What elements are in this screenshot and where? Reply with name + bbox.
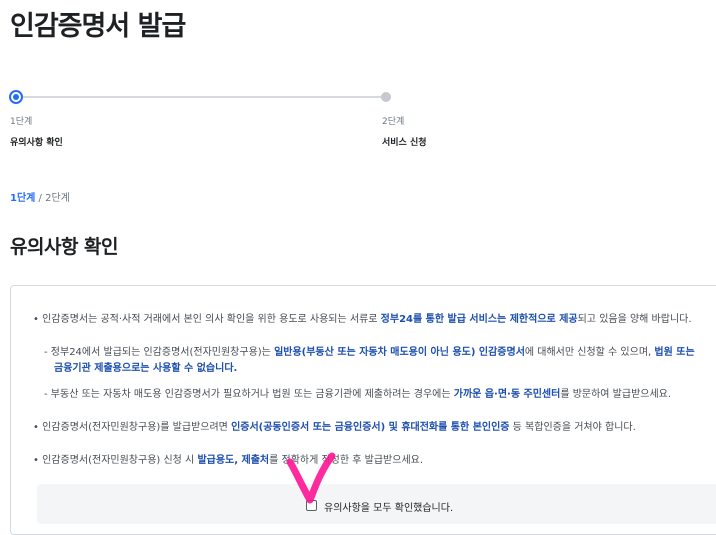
bullet-icon: •	[33, 314, 39, 325]
dash-icon: -	[44, 389, 48, 400]
notice-line-4: • 인감증명서(전자민원창구용)를 발급받으려면 인증서(공동인증서 또는 금융…	[33, 422, 636, 433]
notice-line-3: - 부동산 또는 자동차 매도용 인감증명서가 필요하거나 법원 또는 금융기관…	[44, 389, 672, 400]
notice-line-2: - 정부24에서 발급되는 인감증명서(전자민원창구용)는 일반용(부동산 또는…	[44, 347, 695, 358]
page-title: 인감증명서 발급	[10, 11, 186, 42]
bullet-icon: •	[33, 422, 39, 433]
step-breadcrumb: 1단계 / 2단계	[10, 189, 70, 204]
bullet-icon: •	[33, 455, 39, 466]
breadcrumb-current: 1단계	[10, 193, 36, 204]
confirm-checkbox-label[interactable]: 유의사항을 모두 확인했습니다.	[324, 499, 453, 514]
notice-line-5: • 인감증명서(전자민원창구용) 신청 시 발급용도, 제출처를 정확하게 작성…	[33, 455, 424, 466]
breadcrumb-total: 2단계	[45, 193, 70, 204]
step-1-indicator	[9, 90, 23, 104]
step-2-number: 2단계	[382, 117, 405, 127]
step-1-name: 유의사항 확인	[10, 138, 63, 148]
step-2-indicator	[381, 92, 391, 102]
dash-icon: -	[44, 347, 48, 358]
notice-line-1: • 인감증명서는 공적·사적 거래에서 본인 의사 확인을 위한 용도로 사용되…	[33, 314, 692, 325]
stepper-track	[16, 96, 386, 98]
section-title: 유의사항 확인	[10, 236, 119, 258]
notice-line-2-cont: 금융기관 제출용으로는 사용할 수 없습니다.	[54, 363, 238, 374]
breadcrumb-separator: /	[35, 193, 46, 204]
step-1-number: 1단계	[10, 117, 33, 127]
step-2-name: 서비스 신청	[382, 138, 427, 148]
checkmark-annotation-icon	[286, 452, 336, 504]
